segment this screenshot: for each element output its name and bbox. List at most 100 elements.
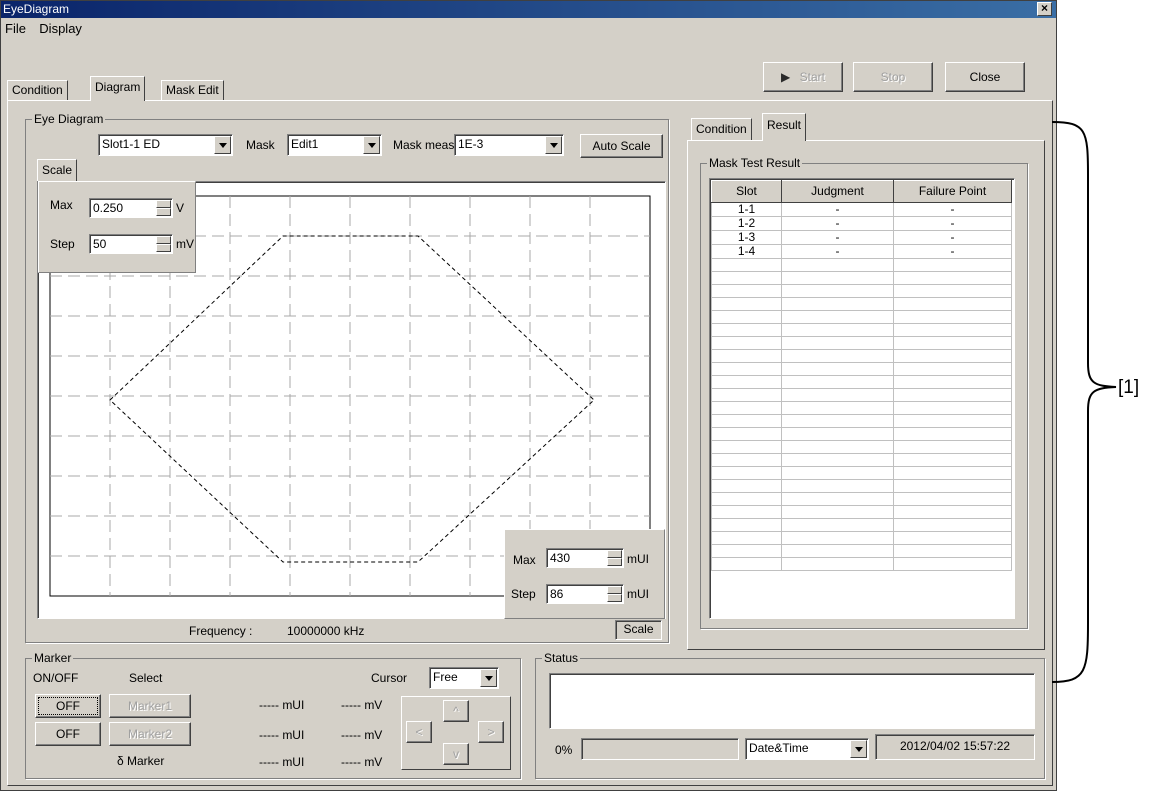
chevron-down-icon[interactable] (850, 740, 867, 758)
scale-tab[interactable]: Scale (37, 159, 78, 181)
y-step-spinner[interactable]: 50 (89, 234, 173, 254)
play-icon: ▶ (781, 70, 791, 84)
spin-down-icon[interactable] (607, 594, 622, 602)
table-row[interactable] (711, 505, 1012, 519)
menu-file[interactable]: File (5, 21, 26, 36)
spin-down-icon[interactable] (156, 208, 171, 216)
scale-button[interactable]: Scale (615, 620, 662, 640)
table-row[interactable] (711, 557, 1012, 571)
table-row[interactable]: 1-3- - (711, 230, 1012, 245)
table-row[interactable] (711, 310, 1012, 324)
auto-scale-button[interactable]: Auto Scale (580, 134, 663, 158)
tab-mask-edit[interactable]: Mask Edit (161, 80, 224, 100)
table-row[interactable] (711, 284, 1012, 298)
table-row[interactable] (711, 349, 1012, 363)
table-row[interactable] (711, 336, 1012, 350)
table-row[interactable] (711, 466, 1012, 480)
table-cell (711, 323, 782, 337)
table-cell: - (893, 230, 1012, 245)
progress-bar (581, 738, 739, 760)
spin-down-icon[interactable] (156, 244, 171, 252)
spin-up-icon[interactable] (607, 586, 622, 594)
table-row[interactable] (711, 440, 1012, 454)
table-row[interactable] (711, 544, 1012, 558)
close-button[interactable]: Close (945, 62, 1025, 92)
tab-diagram[interactable]: Diagram (90, 76, 146, 101)
table-row[interactable] (711, 414, 1012, 428)
marker2-mui: ----- mUI (259, 728, 305, 742)
table-row[interactable]: 1-4- - (711, 244, 1012, 259)
table-row[interactable] (711, 375, 1012, 389)
start-button[interactable]: ▶ Start (763, 62, 843, 92)
cursor-right-button[interactable]: > (478, 721, 504, 743)
spin-up-icon[interactable] (607, 550, 622, 558)
marker2-onoff-button[interactable]: OFF (35, 722, 101, 746)
table-cell: - (781, 216, 894, 231)
table-row[interactable] (711, 388, 1012, 402)
table-cell (893, 336, 1012, 350)
table-row[interactable]: 1-2- - (711, 216, 1012, 231)
tab-condition[interactable]: Condition (7, 80, 68, 100)
table-row[interactable] (711, 531, 1012, 545)
chevron-down-icon[interactable] (214, 136, 231, 154)
date-format-select[interactable]: Date&Time (745, 738, 869, 760)
cursor-left-button[interactable]: < (406, 721, 432, 743)
table-cell (893, 362, 1012, 376)
table-cell (893, 323, 1012, 337)
column-header-failure-point[interactable]: Failure Point (893, 180, 1012, 203)
menu-display[interactable]: Display (39, 21, 82, 36)
y-max-spinner[interactable]: 0.250 (89, 198, 173, 218)
table-row[interactable] (711, 401, 1012, 415)
table-row[interactable] (711, 297, 1012, 311)
table-row[interactable] (711, 258, 1012, 272)
x-step-spinner[interactable]: 86 (546, 584, 624, 604)
table-cell (781, 479, 894, 493)
tab-right-result[interactable]: Result (762, 113, 807, 141)
chevron-down-icon[interactable] (545, 136, 562, 154)
slot-select[interactable]: Slot1-1 ED (98, 134, 233, 156)
chevron-down-icon[interactable] (480, 669, 497, 687)
table-cell (893, 388, 1012, 402)
mask-meas-select[interactable]: 1E-3 (454, 134, 564, 156)
table-row[interactable] (711, 427, 1012, 441)
spin-down-icon[interactable] (607, 558, 622, 566)
spin-up-icon[interactable] (156, 236, 171, 244)
table-cell (781, 453, 894, 467)
stop-button[interactable]: Stop (853, 62, 933, 92)
table-cell: - (893, 216, 1012, 231)
column-header-judgment[interactable]: Judgment (781, 180, 894, 203)
table-row[interactable] (711, 479, 1012, 493)
table-row[interactable] (711, 453, 1012, 467)
table-cell (893, 453, 1012, 467)
tab-right-condition[interactable]: Condition (691, 118, 752, 140)
table-row[interactable] (711, 362, 1012, 376)
table-cell (893, 544, 1012, 558)
close-icon[interactable]: × (1037, 2, 1052, 16)
marker1-select-button[interactable]: Marker1 (109, 694, 191, 718)
table-cell (893, 414, 1012, 428)
marker2-select-button[interactable]: Marker2 (109, 722, 191, 746)
marker1-onoff-button[interactable]: OFF (35, 694, 101, 718)
table-cell (781, 401, 894, 415)
table-row[interactable]: 1-1- - (711, 202, 1012, 217)
select-label: Select (129, 671, 163, 685)
cursor-up-button[interactable]: ^ (443, 700, 469, 722)
table-row[interactable] (711, 271, 1012, 285)
table-cell (781, 505, 894, 519)
table-cell (781, 440, 894, 454)
table-cell (711, 401, 782, 415)
x-max-spinner[interactable]: 430 (546, 548, 624, 568)
table-row[interactable] (711, 492, 1012, 506)
chevron-down-icon[interactable] (363, 136, 380, 154)
mask-select[interactable]: Edit1 (287, 134, 382, 156)
cursor-down-button[interactable]: v (443, 743, 469, 765)
table-cell (781, 271, 894, 285)
spin-up-icon[interactable] (156, 200, 171, 208)
table-cell (711, 427, 782, 441)
column-header-slot[interactable]: Slot (711, 180, 782, 203)
table-row[interactable] (711, 323, 1012, 337)
table-row[interactable] (711, 518, 1012, 532)
table-cell: 1-2 (711, 216, 782, 231)
cursor-select[interactable]: Free (429, 667, 499, 689)
title-bar: EyeDiagram × (1, 1, 1056, 18)
